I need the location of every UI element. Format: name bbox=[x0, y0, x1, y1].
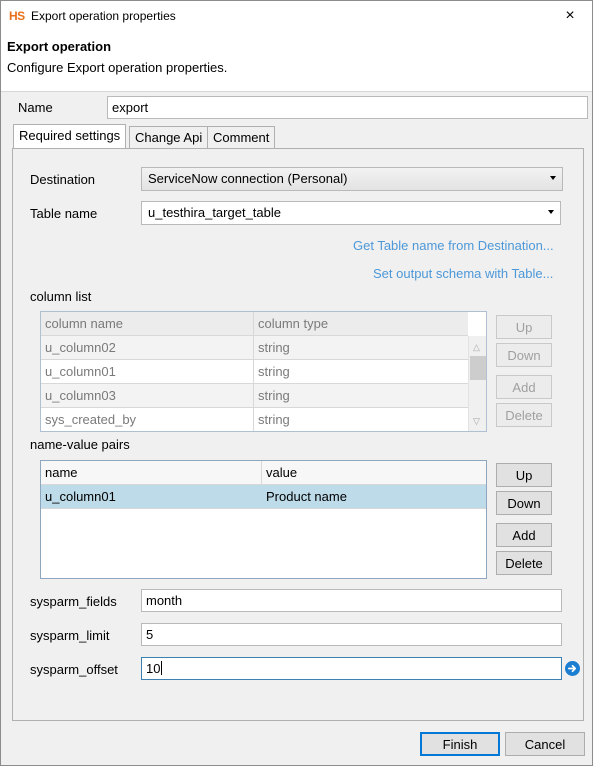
table-cell: string bbox=[258, 340, 290, 355]
table-cell: u_column01 bbox=[41, 485, 262, 508]
column-up-button[interactable]: Up bbox=[496, 315, 552, 339]
pair-delete-button[interactable]: Delete bbox=[496, 551, 552, 575]
scroll-up-icon[interactable]: △ bbox=[473, 342, 480, 353]
pair-up-button[interactable]: Up bbox=[496, 463, 552, 487]
sysparm-fields-input[interactable]: month bbox=[141, 589, 562, 612]
tab-comment[interactable]: Comment bbox=[207, 126, 276, 148]
close-button[interactable]: × bbox=[548, 1, 592, 31]
sysparm-offset-input[interactable]: 10 bbox=[141, 657, 562, 680]
tab-required-settings[interactable]: Required settings bbox=[13, 124, 127, 149]
table-cell: string bbox=[258, 388, 290, 403]
window-title: Export operation properties bbox=[31, 9, 176, 23]
column-header-name: name bbox=[41, 461, 262, 484]
column-list-table[interactable]: column name column type u_column02 strin… bbox=[40, 311, 487, 432]
table-row[interactable]: u_column01 string bbox=[41, 360, 468, 384]
destination-value: ServiceNow connection (Personal) bbox=[148, 171, 348, 186]
close-icon: × bbox=[565, 7, 575, 24]
tab-change-api[interactable]: Change Api bbox=[129, 126, 209, 148]
vertical-scrollbar[interactable]: △ ▽ bbox=[468, 336, 486, 431]
title-bar: HS Export operation properties × bbox=[1, 1, 592, 31]
column-list-label: column list bbox=[30, 289, 92, 304]
tab-panel-required-settings: Destination ServiceNow connection (Perso… bbox=[12, 148, 584, 721]
arrow-right-icon[interactable] bbox=[565, 661, 580, 676]
name-value-pairs-label: name-value pairs bbox=[30, 437, 130, 452]
table-name-label: Table name bbox=[30, 206, 98, 221]
column-header-type: column type bbox=[258, 316, 329, 331]
table-cell: u_column01 bbox=[41, 360, 254, 383]
table-row[interactable]: sys_created_by string bbox=[41, 408, 468, 431]
dialog-header: Export operation Configure Export operat… bbox=[1, 31, 592, 92]
table-cell: u_column03 bbox=[41, 384, 254, 407]
scroll-down-icon[interactable]: ▽ bbox=[473, 416, 480, 427]
pair-down-button[interactable]: Down bbox=[496, 491, 552, 515]
name-value-table[interactable]: name value u_column01 Product name bbox=[40, 460, 487, 579]
text-caret bbox=[161, 661, 163, 675]
destination-label: Destination bbox=[30, 172, 96, 187]
chevron-down-icon bbox=[548, 210, 554, 214]
sysparm-limit-input[interactable]: 5 bbox=[141, 623, 562, 646]
table-header-row: column name column type bbox=[41, 312, 468, 336]
table-cell: string bbox=[258, 364, 290, 379]
get-table-name-link[interactable]: Get Table name from Destination... bbox=[353, 238, 554, 253]
sysparm-offset-label: sysparm_offset bbox=[30, 662, 118, 677]
chevron-down-icon bbox=[550, 176, 556, 180]
table-cell: sys_created_by bbox=[41, 408, 254, 431]
table-cell: Product name bbox=[266, 489, 347, 504]
column-header-value: value bbox=[266, 465, 298, 480]
destination-select[interactable]: ServiceNow connection (Personal) bbox=[141, 167, 563, 191]
cancel-button[interactable]: Cancel bbox=[505, 732, 585, 756]
header-description: Configure Export operation properties. bbox=[7, 60, 228, 75]
table-name-value: u_testhira_target_table bbox=[148, 205, 281, 220]
table-row[interactable]: u_column03 string bbox=[41, 384, 468, 408]
sysparm-fields-label: sysparm_fields bbox=[30, 594, 117, 609]
column-down-button[interactable]: Down bbox=[496, 343, 552, 367]
table-cell: string bbox=[258, 412, 290, 427]
table-row[interactable]: u_column02 string bbox=[41, 336, 468, 360]
name-input[interactable]: export bbox=[107, 96, 588, 119]
name-label: Name bbox=[18, 100, 53, 115]
table-header-row: name value bbox=[41, 461, 486, 485]
column-add-button[interactable]: Add bbox=[496, 375, 552, 399]
table-row[interactable]: u_column01 Product name bbox=[41, 485, 486, 509]
column-header-name: column name bbox=[41, 312, 254, 335]
scroll-thumb[interactable] bbox=[470, 356, 486, 380]
table-name-combo[interactable]: u_testhira_target_table bbox=[141, 201, 561, 225]
sysparm-offset-value: 10 bbox=[146, 661, 161, 676]
set-output-schema-link[interactable]: Set output schema with Table... bbox=[373, 266, 553, 281]
header-title: Export operation bbox=[7, 39, 112, 54]
arrow-right-glyph bbox=[568, 664, 577, 673]
app-logo-icon: HS bbox=[9, 9, 25, 23]
sysparm-limit-label: sysparm_limit bbox=[30, 628, 110, 643]
column-delete-button[interactable]: Delete bbox=[496, 403, 552, 427]
pair-add-button[interactable]: Add bbox=[496, 523, 552, 547]
dialog-window: HS Export operation properties × Export … bbox=[0, 0, 593, 766]
finish-button[interactable]: Finish bbox=[420, 732, 500, 756]
table-cell: u_column02 bbox=[41, 336, 254, 359]
